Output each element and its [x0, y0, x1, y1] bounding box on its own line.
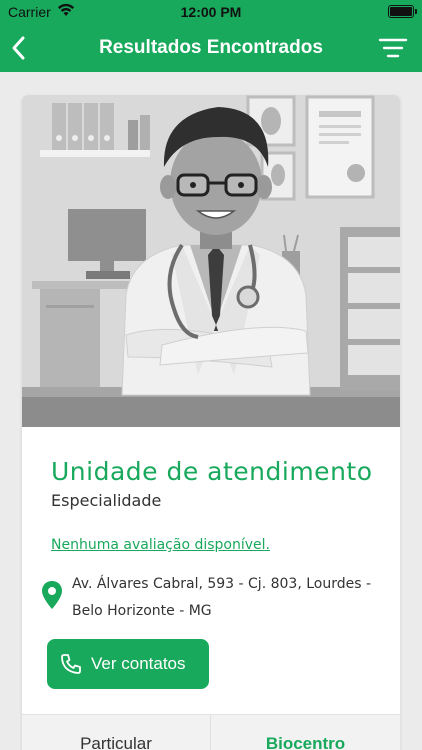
phone-icon [61, 654, 81, 674]
reviews-link[interactable]: Nenhuma avaliação disponível. [51, 537, 270, 553]
view-contacts-label: Ver contatos [91, 654, 186, 673]
tab-biocentro-label: Biocentro [265, 734, 346, 750]
tab-particular-label: Particular [80, 734, 152, 750]
address-line-1: Av. Álvares Cabral, 593 - Cj. 803, Lourd… [72, 576, 372, 592]
unit-name: Unidade de atendimento [51, 457, 373, 486]
battery-icon [388, 5, 417, 18]
doctor-illustration [22, 95, 400, 427]
view-contacts-button[interactable]: Ver contatos [47, 639, 209, 689]
status-time: 12:00 PM [180, 4, 242, 20]
map-pin-icon [42, 581, 62, 609]
address-line-2: Belo Horizonte - MG [72, 603, 212, 619]
card-tabs: Particular Biocentro [22, 714, 400, 750]
address: Av. Álvares Cabral, 593 - Cj. 803, Lourd… [72, 571, 372, 625]
tab-particular[interactable]: Particular [22, 715, 211, 750]
tab-biocentro[interactable]: Biocentro [211, 715, 400, 750]
filter-lines-icon[interactable] [378, 36, 408, 60]
specialty-label: Especialidade [51, 491, 162, 510]
status-bar: Carrier 12:00 PM [0, 0, 422, 24]
result-card[interactable]: Unidade de atendimento Especialidade Nen… [22, 95, 400, 750]
page-title: Resultados Encontrados [99, 37, 323, 58]
navigation-bar: Resultados Encontrados [0, 24, 422, 72]
